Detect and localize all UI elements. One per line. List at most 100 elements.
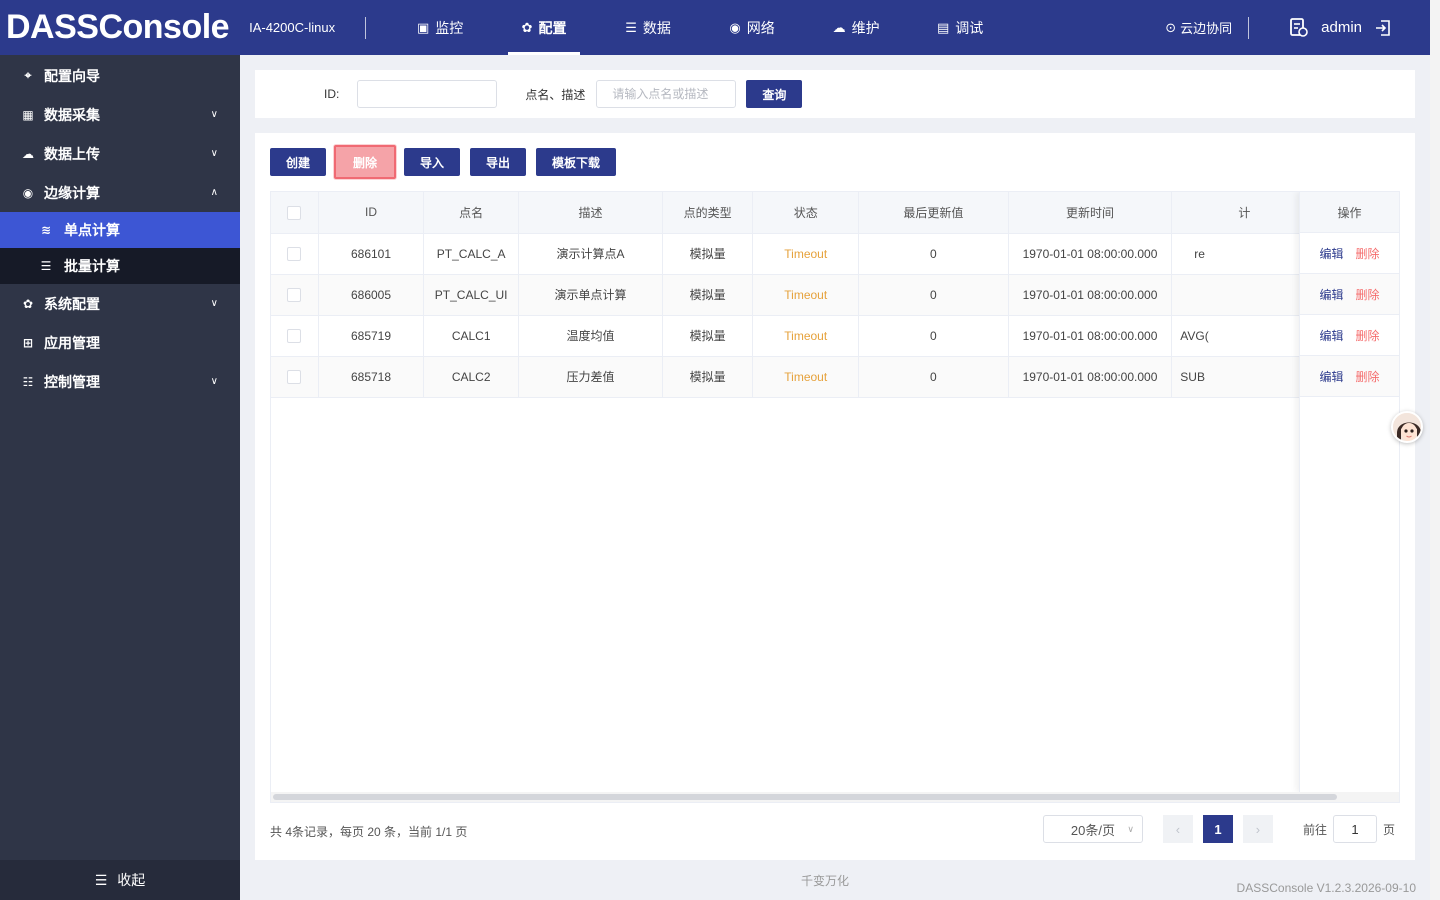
edit-link[interactable]: 编辑 [1319, 327, 1343, 344]
actions-column: 操作 编辑 删除 编辑 删除 编辑 删除 编辑 删除 [1299, 192, 1399, 792]
sidebar-item-apps[interactable]: ⊞ 应用管理 [0, 323, 240, 362]
query-button[interactable]: 查询 [746, 80, 803, 108]
chevron-down-icon: ∨ [210, 148, 218, 159]
page-scrollbar[interactable] [1430, 0, 1440, 900]
cell-desc: 演示单点计算 [518, 274, 663, 316]
row-select-cell [271, 233, 319, 275]
logout-icon[interactable] [1374, 19, 1392, 37]
row-checkbox[interactable] [287, 369, 302, 384]
column-header[interactable]: 点的类型 [662, 192, 754, 234]
cell-time: 1970-01-01 08:00:00.000 [1008, 233, 1173, 275]
id-input[interactable] [357, 80, 498, 108]
sidebar-item-control[interactable]: ☷ 控制管理 ∨ [0, 362, 240, 401]
delete-link[interactable]: 删除 [1356, 368, 1380, 385]
template-download-button[interactable]: 模板下载 [536, 148, 616, 176]
column-header[interactable]: 点名 [423, 192, 520, 234]
export-button[interactable]: 导出 [470, 148, 526, 176]
sidebar-item-system[interactable]: ✿ 系统配置 ∨ [0, 284, 240, 323]
scrollbar-thumb[interactable] [273, 794, 1337, 800]
import-button[interactable]: 导入 [404, 148, 460, 176]
sidebar-item-single-calc[interactable]: ≋ 单点计算 [0, 212, 240, 248]
row-checkbox[interactable] [287, 328, 302, 343]
nav-monitor[interactable]: ▣ 监控 [388, 0, 492, 55]
edit-link[interactable]: 编辑 [1319, 245, 1343, 262]
main-panel: 创建 删除 导入 导出 模板下载 ID 点名 描述 点的类型 状态 最后更新值 … [255, 133, 1415, 860]
nav-debug[interactable]: ▤ 调试 [908, 0, 1012, 55]
sidebar-item-collect[interactable]: ▦ 数据采集 ∨ [0, 95, 240, 134]
nav-config[interactable]: ✿ 配置 [492, 0, 596, 55]
sidebar: ⌖ 配置向导 ▦ 数据采集 ∨ ☁ 数据上传 ∨ ◉ 边缘计算 ∧ ≋ 单点计算… [0, 55, 240, 900]
edge-icon: ◉ [22, 185, 34, 200]
cell-formula: re [1171, 233, 1318, 275]
goto-page-input[interactable] [1332, 815, 1377, 843]
sidebar-item-upload[interactable]: ☁ 数据上传 ∨ [0, 134, 240, 173]
nav-label: 调试 [955, 19, 984, 36]
goto-label: 前往 [1302, 822, 1327, 837]
record-summary: 共 4条记录，每页 20 条，当前 1/1 页 [270, 825, 468, 839]
delete-link[interactable]: 删除 [1356, 327, 1380, 344]
column-header[interactable]: 计 [1171, 192, 1318, 234]
device-name: IA-4200C-linux [249, 20, 336, 35]
next-page-button[interactable]: › [1242, 815, 1273, 843]
page-number[interactable]: 1 [1202, 815, 1233, 843]
create-button[interactable]: 创建 [270, 148, 326, 176]
database-icon: ☰ [625, 19, 637, 35]
column-header[interactable]: 描述 [518, 192, 663, 234]
delete-link[interactable]: 删除 [1356, 286, 1380, 303]
table-row[interactable]: 686101 PT_CALC_A 演示计算点A 模拟量 Timeout 0 19… [271, 233, 1399, 275]
delete-link[interactable]: 删除 [1356, 245, 1380, 262]
table-row[interactable]: 685718 CALC2 压力差值 模拟量 Timeout 0 1970-01-… [271, 356, 1399, 398]
nav-maintenance[interactable]: ☁ 维护 [804, 0, 908, 55]
row-actions: 编辑 删除 [1300, 233, 1399, 274]
row-actions: 编辑 删除 [1300, 274, 1399, 315]
sidebar-item-edge[interactable]: ◉ 边缘计算 ∧ [0, 173, 240, 212]
column-header[interactable]: 更新时间 [1008, 192, 1173, 234]
version-label: DASSConsole V1.2.3.2026-09-10 [1236, 881, 1416, 895]
sidebar-item-label: 控制管理 [44, 373, 100, 390]
chevron-down-icon: ∨ [210, 109, 218, 120]
table-row[interactable]: 686005 PT_CALC_UI 演示单点计算 模拟量 Timeout 0 1… [271, 274, 1399, 316]
top-header: DASSConsole IA-4200C-linux ▣ 监控 ✿ 配置 ☰ 数… [0, 0, 1430, 55]
chevron-right-icon: › [1255, 821, 1261, 837]
table-row[interactable]: 685719 CALC1 温度均值 模拟量 Timeout 0 1970-01-… [271, 315, 1399, 357]
nav-network[interactable]: ◉ 网络 [700, 0, 804, 55]
edit-link[interactable]: 编辑 [1319, 286, 1343, 303]
sidebar-item-label: 边缘计算 [44, 184, 100, 201]
app-logo[interactable]: DASSConsole [6, 8, 230, 47]
sidebar-item-batch-calc[interactable]: ☰ 批量计算 [0, 248, 240, 284]
table-header-row: ID 点名 描述 点的类型 状态 最后更新值 更新时间 计 [271, 192, 1399, 234]
page-size-select[interactable]: 20条/页 ∨ [1042, 815, 1143, 843]
row-checkbox[interactable] [287, 287, 302, 302]
column-header[interactable]: ID [318, 192, 425, 234]
nav-data[interactable]: ☰ 数据 [596, 0, 700, 55]
assistant-avatar[interactable] [1391, 411, 1423, 443]
chevron-down-icon: ∨ [210, 298, 218, 309]
delete-button[interactable]: 删除 [334, 145, 396, 179]
row-checkbox[interactable] [287, 246, 302, 261]
select-all-checkbox[interactable] [287, 205, 302, 220]
table: ID 点名 描述 点的类型 状态 最后更新值 更新时间 计 686101 PT_… [271, 192, 1399, 398]
sidebar-item-wizard[interactable]: ⌖ 配置向导 [0, 56, 240, 95]
filter-bar: ID: 点名、描述 查询 [255, 70, 1415, 118]
page-size-value: 20条/页 [1070, 822, 1115, 838]
header-divider [1248, 16, 1250, 39]
collapse-label: 收起 [117, 872, 146, 888]
user-doc-icon [1290, 17, 1308, 37]
prev-page-button[interactable]: ‹ [1162, 815, 1193, 843]
column-header[interactable]: 状态 [752, 192, 860, 234]
username: admin [1321, 19, 1362, 36]
nav-label: 维护 [851, 19, 880, 36]
cell-formula [1171, 274, 1318, 316]
cell-name: PT_CALC_UI [423, 274, 520, 316]
column-header[interactable]: 最后更新值 [858, 192, 1009, 234]
edit-link[interactable]: 编辑 [1319, 368, 1343, 385]
name-desc-input[interactable] [596, 80, 737, 108]
sidebar-collapse-button[interactable]: ☰ 收起 [0, 860, 240, 900]
horizontal-scrollbar[interactable] [271, 792, 1399, 802]
chevron-down-icon: ∨ [210, 376, 218, 387]
select-all-cell [271, 192, 319, 234]
goto-page: 前往 页 [1303, 815, 1395, 843]
cell-type: 模拟量 [662, 315, 754, 357]
cloud-sync-button[interactable]: ⊙ 云边协同 [1165, 18, 1232, 37]
user-menu[interactable]: admin [1289, 17, 1392, 38]
